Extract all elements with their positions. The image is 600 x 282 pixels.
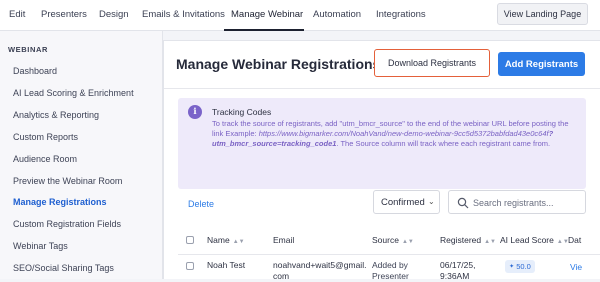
info-icon: i [188,105,202,119]
tab-edit[interactable]: Edit [9,9,25,20]
status-filter-select[interactable]: Confirmed ⌄ [373,190,440,214]
tab-presenters[interactable]: Presenters [41,9,87,20]
chevron-down-icon: ⌄ [428,197,435,206]
sidebar-item-custom-reports[interactable]: Custom Reports [13,132,78,142]
col-ai-lead-score[interactable]: AI Lead Score ▲▼ [500,235,569,245]
col-date: Dat [568,235,582,245]
col-registered-label: Registered [440,235,482,245]
delete-button[interactable]: Delete [188,199,214,209]
row-name: Noah Test [207,260,246,270]
sort-icon: ▲▼ [232,239,245,245]
sidebar-item-analytics[interactable]: Analytics & Reporting [13,110,99,120]
tab-design[interactable]: Design [99,9,129,20]
select-all-checkbox[interactable] [186,236,194,244]
col-source[interactable]: Source ▲▼ [372,235,414,245]
lead-score-value: 50.0 [516,262,531,271]
row-source-line-2: Presenter [372,271,409,281]
row-registered-line-2: 9:36AM [440,271,470,281]
col-email: Email [273,235,295,245]
tab-manage-webinar[interactable]: Manage Webinar [231,9,303,20]
row-source-line-1: Added by [372,260,408,270]
notice-title: Tracking Codes [212,107,272,117]
sidebar-item-custom-fields[interactable]: Custom Registration Fields [13,219,121,229]
table-divider [178,254,600,255]
header-divider [164,88,600,89]
top-navigation: Edit Presenters Design Emails & Invitati… [0,0,600,31]
sort-icon: ▲▼ [401,239,414,245]
sidebar-item-preview-room[interactable]: Preview the Webinar Room [13,176,122,186]
row-email-line-1: noahvand+wait5@gmail. [273,260,367,270]
sidebar-item-webinar-tags[interactable]: Webinar Tags [13,241,68,251]
sparkle-icon: ✦ [509,264,515,270]
lead-score-badge: ✦ 50.0 [505,260,535,273]
tracking-codes-notice: i Tracking Codes To track the source of … [178,98,586,189]
row-view-link[interactable]: Vie [570,262,582,272]
col-registered[interactable]: Registered ▲▼ [440,235,496,245]
col-name-label: Name [207,235,230,245]
search-input[interactable] [473,195,581,210]
tab-emails-invitations[interactable]: Emails & Invitations [142,9,225,20]
notice-body: To track the source of registrants, add … [212,119,580,149]
status-filter-value: Confirmed [381,197,425,208]
sidebar-item-seo-tags[interactable]: SEO/Social Sharing Tags [13,263,114,273]
row-email-line-2: com [273,271,290,281]
row-registered-line-1: 06/17/25, [440,260,476,270]
tab-integrations[interactable]: Integrations [376,9,426,20]
col-name[interactable]: Name ▲▼ [207,235,245,245]
sidebar-item-manage-registrations[interactable]: Manage Registrations [13,197,107,207]
sidebar-item-dashboard[interactable]: Dashboard [13,66,57,76]
sidebar-heading: WEBINAR [8,45,49,54]
add-registrants-button[interactable]: Add Registrants [498,52,585,76]
view-landing-page-button[interactable]: View Landing Page [497,3,588,25]
download-registrants-button[interactable]: Download Registrants [374,49,490,77]
page-title: Manage Webinar Registrations [176,56,381,72]
col-source-label: Source [372,235,399,245]
sidebar-item-ai-lead-scoring[interactable]: AI Lead Scoring & Enrichment [13,88,134,98]
sidebar: WEBINAR Dashboard AI Lead Scoring & Enri… [0,31,163,279]
table-header: Name ▲▼ Email Source ▲▼ Registered ▲▼ AI Le… [164,231,600,249]
notice-example-url[interactable]: https://www.bigmarker.com/NoahVand/new-d… [259,129,549,138]
search-icon [457,197,469,209]
row-checkbox[interactable] [186,262,194,270]
sort-icon: ▲▼ [484,239,496,245]
col-ai-lead-score-label: AI Lead Score [500,235,554,245]
main-panel: Manage Webinar Registrations Download Re… [163,40,600,281]
tab-automation[interactable]: Automation [313,9,361,20]
sort-icon: ▲▼ [556,239,569,245]
sidebar-item-audience-room[interactable]: Audience Room [13,154,77,164]
notice-text-2: . The Source column will track where eac… [336,139,551,148]
search-box [448,190,586,214]
active-tab-indicator [224,29,304,31]
